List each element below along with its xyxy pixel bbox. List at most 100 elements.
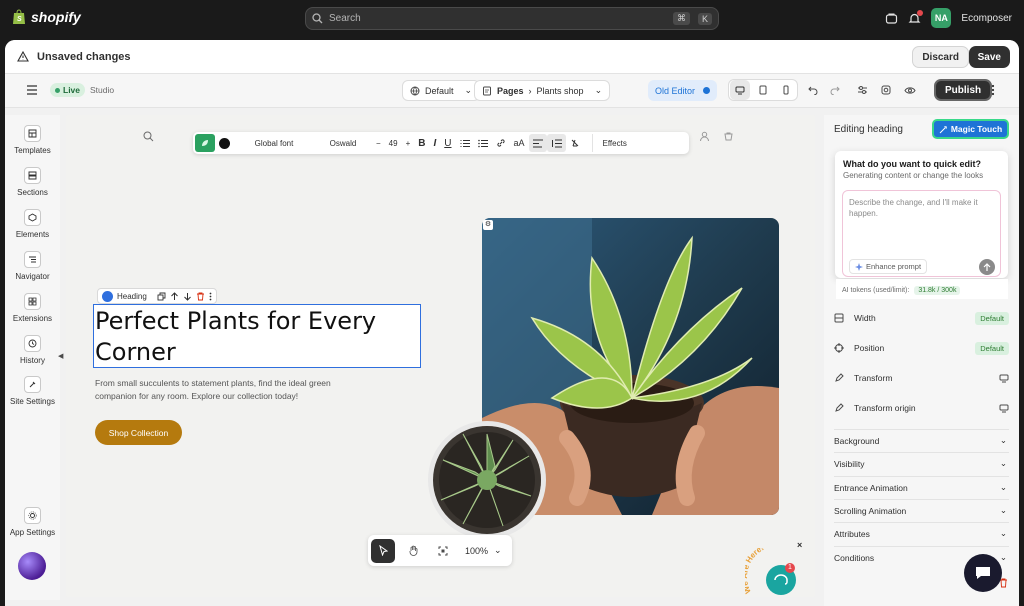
chevron-down-icon: ⌄: [999, 482, 1007, 492]
property-label: Width: [854, 313, 876, 323]
store-name[interactable]: Ecomposer: [961, 13, 1012, 24]
breadcrumb-separator-icon: ›: [528, 85, 532, 96]
theme-select[interactable]: Default ⌄: [402, 80, 481, 101]
underline-icon[interactable]: U: [440, 134, 455, 152]
desktop-view-icon[interactable]: [730, 80, 750, 100]
font-scope-select[interactable]: Global font: [234, 134, 314, 152]
discard-button[interactable]: Discard: [912, 46, 969, 68]
section-label: Background: [834, 435, 880, 446]
sliders-icon[interactable]: [852, 80, 872, 100]
position-property[interactable]: Position Default: [834, 335, 1009, 361]
align-left-icon[interactable]: [528, 134, 547, 152]
clear-format-icon[interactable]: [566, 134, 584, 152]
page-select[interactable]: Pages › Plants shop ⌄: [474, 80, 611, 101]
succulent-image[interactable]: [428, 421, 546, 539]
hand-tool-icon[interactable]: [401, 539, 425, 563]
sidebar-item-site-settings[interactable]: Site Settings: [5, 376, 60, 406]
duplicate-icon[interactable]: [157, 292, 166, 301]
sidebar-item-app-settings[interactable]: App Settings: [5, 507, 60, 537]
tablet-view-icon[interactable]: [753, 80, 773, 100]
bullet-list-icon[interactable]: [474, 134, 492, 152]
inspect-icon[interactable]: [876, 80, 896, 100]
assistant-orb-icon[interactable]: [18, 552, 46, 580]
fit-screen-icon[interactable]: [431, 539, 455, 563]
collapse-sidebar-icon[interactable]: ◀: [58, 352, 63, 360]
shop-collection-button[interactable]: Shop Collection: [95, 420, 182, 445]
zoom-level[interactable]: 100%: [465, 546, 488, 556]
numbered-list-icon[interactable]: [456, 134, 474, 152]
font-size-increase-icon[interactable]: +: [402, 134, 415, 152]
transform-origin-property[interactable]: Transform origin: [834, 395, 1009, 421]
left-sidebar: Templates Sections Elements Navigator Ex…: [5, 115, 60, 600]
text-case-icon[interactable]: aA: [510, 134, 529, 152]
magic-touch-button[interactable]: Magic Touch: [932, 119, 1009, 139]
notification-bell-icon[interactable]: [908, 9, 924, 25]
avatar[interactable]: NA: [931, 8, 952, 28]
store-icon[interactable]: [885, 12, 898, 25]
line-height-icon[interactable]: [546, 134, 566, 152]
preview-eye-icon[interactable]: [900, 80, 920, 100]
font-size-input[interactable]: 49: [385, 134, 402, 152]
hero-paragraph[interactable]: From small succulents to statement plant…: [95, 377, 345, 403]
sidebar-item-label: Site Settings: [10, 397, 55, 406]
chevron-down-icon[interactable]: ⌄: [494, 545, 502, 556]
shopify-logo[interactable]: S shopify: [12, 9, 81, 25]
desktop-scope-icon[interactable]: [999, 374, 1009, 383]
desktop-scope-icon[interactable]: [999, 404, 1009, 413]
close-icon[interactable]: ×: [797, 540, 802, 550]
cart-icon[interactable]: [723, 131, 734, 142]
undo-icon[interactable]: [803, 80, 823, 100]
font-size-decrease-icon[interactable]: −: [372, 134, 385, 152]
bold-icon[interactable]: B: [414, 134, 429, 152]
enhance-prompt-button[interactable]: Enhance prompt: [849, 259, 928, 274]
pointer-tool-icon[interactable]: [371, 538, 395, 563]
old-editor-toggle[interactable]: Old Editor: [648, 80, 718, 101]
move-up-icon[interactable]: [170, 291, 179, 301]
hero-heading[interactable]: Perfect Plants for Every Corner: [95, 306, 415, 368]
section-visibility[interactable]: Visibility ⌄: [834, 452, 1009, 474]
search-bar[interactable]: Search ⌘ K: [305, 7, 719, 30]
support-chat-button[interactable]: [964, 554, 1002, 592]
live-dot: [55, 87, 60, 93]
transform-property[interactable]: Transform: [834, 365, 1009, 391]
redo-icon[interactable]: [825, 80, 845, 100]
more-icon[interactable]: [209, 292, 212, 301]
menu-icon[interactable]: [22, 80, 42, 100]
send-prompt-button[interactable]: [979, 259, 995, 275]
delete-icon[interactable]: [196, 292, 205, 301]
link-icon[interactable]: [492, 134, 510, 152]
section-attributes[interactable]: Attributes ⌄: [834, 522, 1009, 544]
sidebar-item-sections[interactable]: Sections: [5, 167, 60, 197]
search-placeholder: Search: [329, 13, 361, 24]
section-entrance-animation[interactable]: Entrance Animation ⌄: [834, 476, 1009, 498]
effects-button[interactable]: Effects: [591, 134, 631, 152]
width-property[interactable]: Width Default: [834, 305, 1009, 331]
property-label: Transform: [854, 373, 893, 383]
sidebar-item-label: Templates: [14, 146, 51, 155]
account-icon[interactable]: [699, 131, 710, 142]
sidebar-item-extensions[interactable]: Extensions: [5, 293, 60, 323]
sidebar-item-elements[interactable]: Elements: [5, 209, 60, 239]
section-scrolling-animation[interactable]: Scrolling Animation ⌄: [834, 499, 1009, 521]
image-settings-icon[interactable]: ⚙: [483, 220, 493, 230]
text-color-swatch[interactable]: [215, 134, 234, 152]
studio-label[interactable]: Studio: [90, 85, 114, 95]
section-background[interactable]: Background ⌄: [834, 429, 1009, 451]
mobile-view-icon[interactable]: [776, 80, 796, 100]
move-down-icon[interactable]: [183, 292, 192, 301]
svg-text:We Are Here!: We Are Here!: [745, 548, 765, 595]
element-tag-label[interactable]: Heading: [117, 292, 147, 301]
sidebar-item-history[interactable]: History: [5, 335, 60, 365]
sidebar-item-templates[interactable]: Templates: [5, 125, 60, 155]
font-family-select[interactable]: Oswald: [314, 134, 372, 152]
italic-icon[interactable]: I: [429, 134, 440, 152]
history-controls: [803, 80, 845, 100]
ai-leaf-icon[interactable]: [195, 134, 215, 152]
chevron-down-icon: ⌄: [999, 505, 1007, 515]
save-button[interactable]: Save: [968, 46, 1010, 68]
chat-launcher-badge[interactable]: We Are Here!: [745, 548, 810, 598]
sidebar-item-navigator[interactable]: Navigator: [5, 251, 60, 281]
search-icon[interactable]: [143, 131, 154, 142]
more-options-icon[interactable]: [983, 80, 1003, 100]
navigator-icon: [24, 251, 41, 268]
